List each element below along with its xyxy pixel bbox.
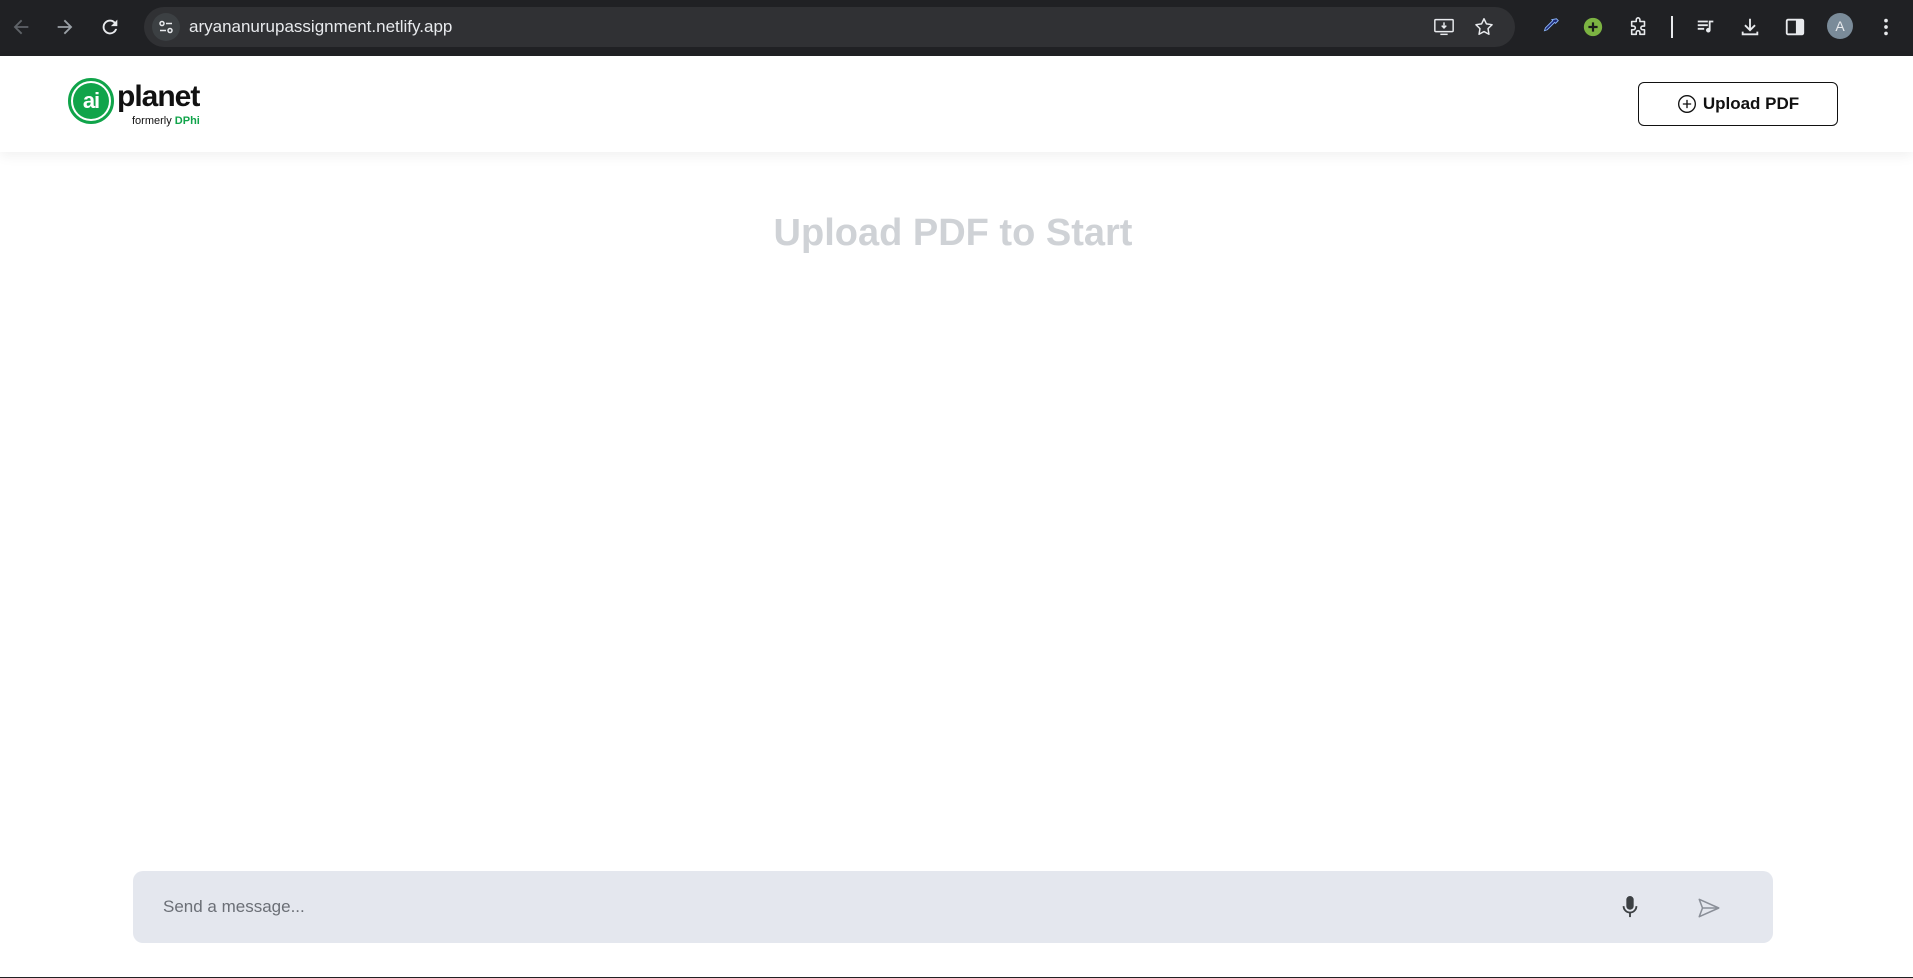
install-app-icon (1434, 18, 1454, 36)
send-button[interactable] (1694, 893, 1724, 923)
media-control-button[interactable] (1692, 13, 1720, 41)
download-icon (1741, 18, 1759, 36)
bookmark-star-icon (1475, 18, 1493, 35)
green-extension-button[interactable] (1579, 13, 1607, 41)
eyedropper-icon (1543, 18, 1559, 32)
extensions-button[interactable] (1625, 13, 1653, 41)
profile-avatar[interactable]: A (1827, 13, 1853, 39)
site-info-button[interactable] (152, 13, 180, 41)
empty-state-title: Upload PDF to Start (773, 212, 1133, 254)
message-input[interactable] (163, 889, 1603, 925)
toolbar-divider (1671, 16, 1673, 38)
forward-button[interactable] (48, 10, 82, 44)
send-icon (1698, 898, 1720, 918)
side-panel-icon (1785, 18, 1805, 36)
ai-planet-logo[interactable]: ai planet formerly DPhi (68, 78, 218, 128)
app-header: ai planet formerly DPhi Upload PDF (0, 56, 1913, 152)
extension-plus-icon (1583, 17, 1603, 37)
logo-mark: ai (68, 78, 114, 124)
back-icon (13, 19, 29, 35)
reload-button[interactable] (93, 10, 127, 44)
upload-pdf-label: Upload PDF (1702, 94, 1800, 113)
site-info-icon (159, 20, 173, 34)
address-bar[interactable]: aryananurupassignment.netlify.app (144, 7, 1515, 47)
add-circle-icon (1677, 95, 1696, 113)
logo-wordmark: planet (117, 80, 200, 113)
back-button[interactable] (4, 10, 38, 44)
kebab-menu-icon (1884, 18, 1888, 36)
upload-pdf-button[interactable]: Upload PDF (1638, 82, 1838, 126)
extensions-puzzle-icon (1630, 17, 1646, 36)
downloads-button[interactable] (1736, 13, 1764, 41)
app-page: ai planet formerly DPhi Upload PDF Uploa… (0, 56, 1913, 978)
reload-icon (102, 19, 118, 35)
url-text[interactable]: aryananurupassignment.netlify.app (189, 17, 452, 37)
browser-toolbar: aryananurupassignment.netlify.app A (0, 0, 1913, 56)
forward-icon (57, 19, 73, 35)
chrome-menu-button[interactable] (1872, 13, 1900, 41)
message-composer (133, 871, 1773, 943)
install-app-button[interactable] (1432, 15, 1456, 39)
logo-tagline: formerly DPhi (132, 115, 200, 127)
voice-input-button[interactable] (1616, 893, 1644, 921)
bookmark-button[interactable] (1472, 15, 1496, 39)
side-panel-button[interactable] (1781, 13, 1809, 41)
media-queue-icon (1697, 20, 1714, 33)
eyedropper-extension-button[interactable] (1536, 13, 1564, 41)
microphone-icon (1622, 896, 1638, 918)
